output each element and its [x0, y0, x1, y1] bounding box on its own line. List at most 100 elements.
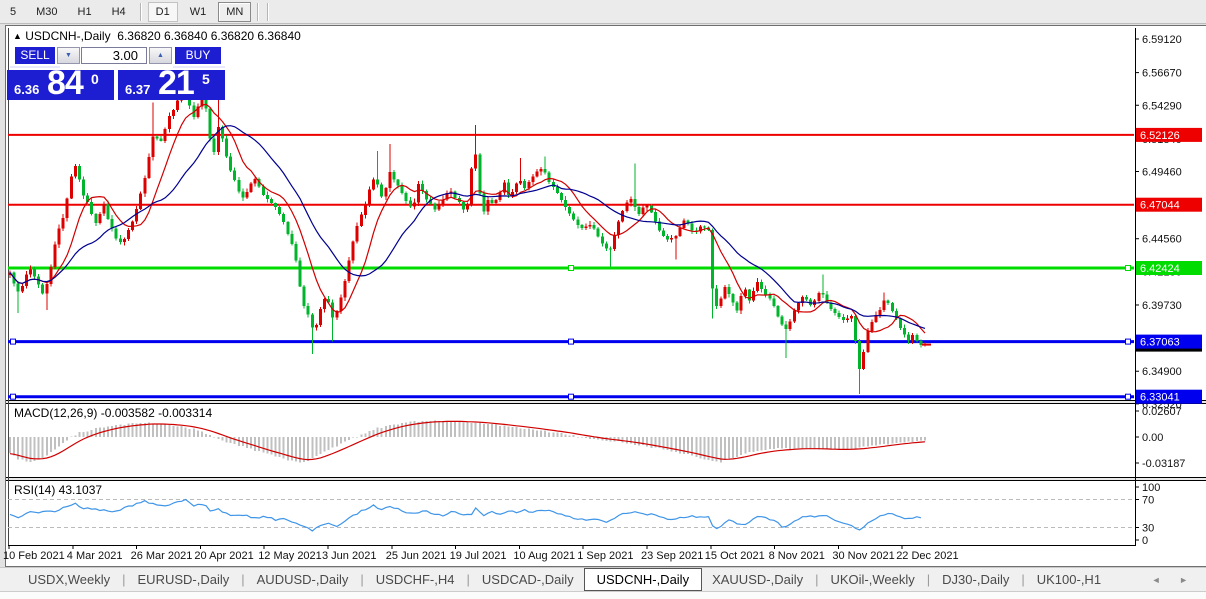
macd-bar	[732, 437, 734, 459]
macd-bar	[70, 436, 73, 437]
candle	[155, 136, 159, 139]
candle	[596, 228, 600, 237]
macd-bar	[866, 437, 869, 447]
candle	[392, 172, 396, 180]
candle	[417, 183, 420, 203]
macd-bar	[278, 437, 281, 458]
macd-bar	[442, 421, 444, 437]
timeframe-button-w1[interactable]: W1	[182, 2, 215, 22]
macd-bar	[319, 437, 322, 455]
macd-bar	[17, 437, 20, 460]
candle	[171, 109, 175, 116]
macd-bar	[58, 437, 60, 447]
candle	[53, 244, 57, 267]
macd-bar	[740, 437, 743, 456]
collapse-triangle-icon[interactable]: ▲	[13, 31, 22, 41]
chart-tab-xauusd-daily[interactable]: XAUUSD-,Daily	[702, 569, 813, 590]
candle	[617, 221, 621, 235]
chart-tab-usdx-weekly[interactable]: USDX,Weekly	[18, 569, 120, 590]
macd-bar	[838, 437, 841, 450]
ma-fast-line[interactable]	[9, 103, 926, 334]
chart-tab-usdcad-daily[interactable]: USDCAD-,Daily	[472, 569, 584, 590]
volume-decrease-button[interactable]: ▼	[57, 47, 80, 64]
ma-slow-line[interactable]	[9, 125, 926, 329]
chart-tab-usdcnh-daily[interactable]: USDCNH-,Daily	[583, 568, 703, 591]
macd-bar	[776, 437, 779, 449]
volume-increase-button[interactable]: ▲	[149, 47, 172, 64]
macd-bar	[286, 437, 289, 461]
macd-bar	[883, 437, 886, 444]
candle	[780, 316, 784, 325]
candle	[805, 296, 808, 300]
candle	[143, 178, 147, 194]
macd-bar	[115, 424, 118, 437]
svg-text:0: 0	[1142, 535, 1148, 547]
macd-bar	[221, 437, 224, 441]
bid-price-prefix: 6.36	[14, 82, 40, 97]
candle	[359, 214, 363, 226]
macd-bar	[327, 437, 330, 451]
buy-button[interactable]: BUY	[175, 47, 221, 64]
macd-bar	[552, 432, 555, 437]
timeframe-button-m30[interactable]: M30	[28, 2, 65, 22]
macd-bar	[499, 425, 502, 437]
timeframe-button-5[interactable]: 5	[2, 2, 24, 22]
candle	[265, 194, 269, 199]
timeframe-button-h1[interactable]: H1	[70, 2, 100, 22]
timeframe-button-h4[interactable]: H4	[104, 2, 134, 22]
macd-bar	[511, 427, 514, 437]
candle	[412, 202, 416, 207]
volume-input[interactable]	[81, 47, 147, 64]
tab-scroll-arrows[interactable]: ◄ ►	[1152, 575, 1196, 585]
ask-price-box[interactable]: 6.37 21 5	[118, 64, 225, 102]
candle	[792, 310, 796, 322]
timeframe-button-d1[interactable]: D1	[147, 1, 178, 22]
macd-bar	[49, 437, 52, 452]
candle	[850, 316, 853, 319]
macd-bar	[515, 427, 518, 437]
line-handle	[1125, 265, 1131, 271]
macd-bar	[727, 437, 730, 459]
chart-tab-uk100-h1[interactable]: UK100-,H1	[1027, 569, 1111, 590]
candle	[490, 200, 494, 204]
date-tick-label: 8 Nov 2021	[769, 550, 825, 562]
timeframe-button-mn[interactable]: MN	[218, 1, 252, 22]
candle	[862, 351, 866, 370]
macd-bar	[568, 435, 571, 437]
candle	[772, 298, 776, 307]
candle	[396, 179, 400, 186]
macd-bar	[94, 428, 97, 437]
date-tick-label: 3 Jun 2021	[322, 550, 376, 562]
bid-price-box[interactable]: 6.36 84 0	[7, 64, 114, 102]
macd-bar	[282, 437, 285, 459]
chart-tab-ukoil-weekly[interactable]: UKOil-,Weekly	[820, 569, 924, 590]
tab-separator: |	[122, 572, 126, 587]
candle	[678, 227, 682, 236]
line-selection-handles[interactable]	[10, 265, 1131, 400]
candle	[666, 235, 670, 240]
date-tick-label: 12 May 2021	[258, 550, 322, 562]
macd-bar	[254, 437, 257, 452]
macd-bar	[164, 424, 167, 437]
candle	[674, 235, 678, 239]
macd-bar	[217, 437, 220, 439]
macd-bar	[356, 437, 359, 438]
chart-tab-eurusd-daily[interactable]: EURUSD-,Daily	[128, 569, 240, 590]
sell-button[interactable]: SELL	[15, 47, 55, 64]
candle	[519, 181, 523, 184]
macd-bar	[801, 437, 804, 449]
candle	[641, 207, 645, 214]
candle	[723, 287, 727, 299]
candle	[41, 284, 45, 294]
candle	[870, 321, 874, 331]
chart-tab-dj30-daily[interactable]: DJ30-,Daily	[932, 569, 1019, 590]
candle	[433, 203, 437, 210]
chart-tab-audusd-daily[interactable]: AUDUSD-,Daily	[247, 569, 359, 590]
candle	[167, 116, 171, 129]
macd-bar	[376, 427, 379, 437]
candle	[253, 179, 257, 184]
macd-bar	[789, 437, 792, 450]
chart-tab-usdchf-h4[interactable]: USDCHF-,H4	[366, 569, 465, 590]
candle	[376, 179, 380, 185]
candle	[629, 199, 633, 203]
